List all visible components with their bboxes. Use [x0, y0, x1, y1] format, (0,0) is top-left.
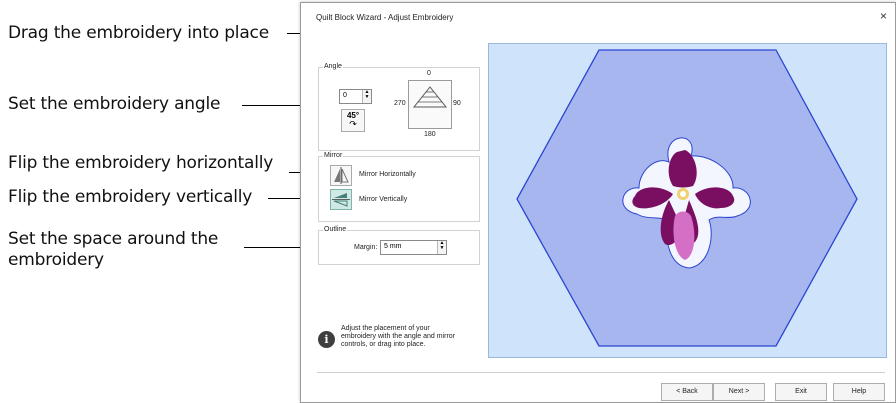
dial-label-180: 180: [424, 131, 436, 138]
exit-button[interactable]: Exit: [775, 383, 827, 401]
callout-flip-horizontal: Flip the embroidery horizontally: [8, 153, 274, 173]
callout-flip-vertical: Flip the embroidery vertically: [8, 187, 253, 207]
margin-spin-buttons[interactable]: ▲ ▼: [437, 241, 446, 254]
footer-divider: [317, 372, 885, 373]
mirror-group-label: Mirror: [323, 152, 344, 159]
callout-space-line1: Set the space around the: [8, 229, 219, 249]
margin-value: 5 mm: [384, 243, 402, 250]
mirror-vertical-button[interactable]: [330, 189, 352, 210]
next-button[interactable]: Next >: [713, 383, 765, 401]
margin-label: Margin:: [354, 244, 378, 251]
angle-value: 0: [343, 92, 347, 99]
dial-triangle-icon: [412, 86, 448, 108]
rotate-45-button[interactable]: 45° ↷: [341, 109, 365, 132]
callout-drag: Drag the embroidery into place: [8, 23, 269, 43]
mirror-horizontal-label: Mirror Horizontally: [359, 171, 416, 178]
mirror-horizontal-icon: [334, 167, 349, 184]
dialog-title: Quilt Block Wizard - Adjust Embroidery: [316, 13, 454, 22]
info-text: Adjust the placement of your embroidery …: [341, 325, 455, 348]
mirror-vertical-label: Mirror Vertically: [359, 196, 408, 203]
angle-group-label: Angle: [323, 63, 343, 70]
dial-label-270: 270: [394, 100, 406, 107]
mirror-horizontal-button[interactable]: [330, 165, 352, 186]
callout-angle: Set the embroidery angle: [8, 94, 221, 114]
angle-spin-buttons[interactable]: ▲ ▼: [362, 90, 371, 103]
callout-space-line2: embroidery: [8, 250, 104, 270]
help-button[interactable]: Help: [833, 383, 885, 401]
margin-spinner[interactable]: 5 mm ▲ ▼: [380, 240, 447, 255]
rotate-arrow-icon: ↷: [349, 119, 357, 129]
info-icon: i: [318, 331, 335, 348]
preview-canvas: [516, 49, 858, 347]
angle-dial[interactable]: [408, 80, 452, 129]
back-button[interactable]: < Back: [661, 383, 713, 401]
adjust-embroidery-dialog: Quilt Block Wizard - Adjust Embroidery ×…: [300, 2, 896, 403]
dial-label-90: 90: [453, 100, 461, 107]
close-icon[interactable]: ×: [880, 9, 887, 23]
outline-group-label: Outline: [323, 226, 348, 233]
angle-spinner[interactable]: 0 ▲ ▼: [339, 89, 372, 104]
dial-label-0: 0: [427, 70, 431, 77]
embroidery-preview[interactable]: [488, 43, 887, 358]
mirror-vertical-icon: [332, 193, 350, 207]
